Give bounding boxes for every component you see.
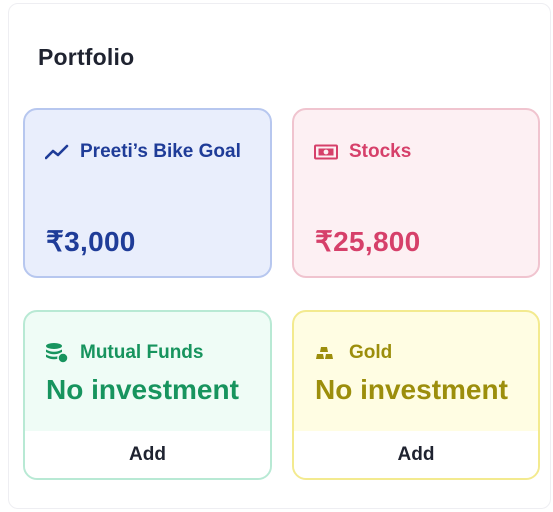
banknote-icon	[314, 142, 340, 162]
mutual-funds-add-button[interactable]: Add	[25, 431, 270, 478]
mutual-funds-card: Mutual Funds No investment Add	[23, 310, 272, 480]
portfolio-title: Portfolio	[38, 44, 135, 70]
goal-card-header: Preeti’s Bike Goal	[45, 141, 241, 163]
trend-up-icon	[45, 142, 71, 162]
mutual-funds-status: No investment	[46, 374, 239, 405]
gold-add-button[interactable]: Add	[294, 431, 538, 478]
coins-stack-icon	[45, 343, 71, 364]
stocks-card-label: Stocks	[349, 141, 412, 162]
stocks-card-amount: ₹25,800	[315, 226, 421, 257]
gold-status: No investment	[315, 374, 508, 405]
stocks-card[interactable]: Stocks ₹25,800	[292, 108, 540, 278]
goal-card[interactable]: Preeti’s Bike Goal ₹3,000	[23, 108, 272, 278]
gold-bars-icon	[314, 343, 340, 363]
mutual-funds-card-label: Mutual Funds	[80, 342, 204, 363]
gold-card-label: Gold	[349, 342, 393, 363]
goal-card-amount: ₹3,000	[46, 226, 136, 257]
goal-card-label: Preeti’s Bike Goal	[80, 141, 241, 162]
stocks-card-header: Stocks	[314, 141, 411, 163]
gold-card: Gold No investment Add	[292, 310, 540, 480]
gold-card-header: Gold	[314, 342, 392, 364]
mutual-funds-card-header: Mutual Funds	[45, 342, 203, 364]
